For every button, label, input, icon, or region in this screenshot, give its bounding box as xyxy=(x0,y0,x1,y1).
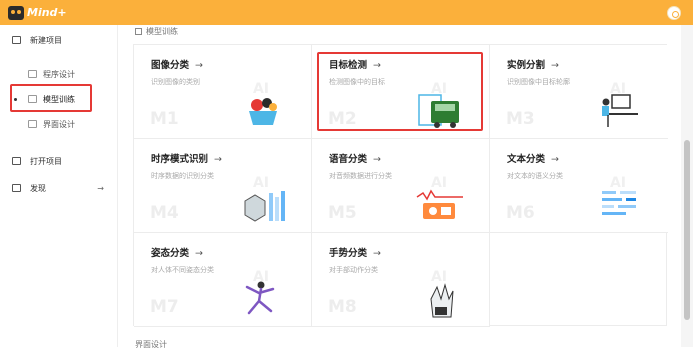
sidebar-item-label: 模型训练 xyxy=(43,94,75,104)
sidebar-item-label: 打开项目 xyxy=(30,156,62,166)
ui-design-icon xyxy=(28,120,37,128)
sidebar: 新建项目 程序设计 模型训练 界面设计 打开项目 发现 → xyxy=(0,25,118,347)
card-gesture-classification[interactable]: 手势分类 → 对手部动作分类 AI M8 xyxy=(312,233,490,327)
main-content: 模型训练 图像分类 → 识别图像的类别 AI M1 目标检测 → 检测图像中的目标 … xyxy=(119,25,679,350)
next-section-title: 界面设计 xyxy=(135,339,167,350)
logo-text: Mind+ xyxy=(27,6,67,19)
card-title: 文本分类 → xyxy=(507,154,559,165)
card-desc: 对文本的语义分类 xyxy=(507,172,563,180)
card-code: M5 xyxy=(328,203,357,223)
card-text-classification[interactable]: 文本分类 → 对文本的语义分类 AI M6 xyxy=(490,139,668,233)
card-code: M6 xyxy=(506,203,535,223)
discover-icon xyxy=(12,184,21,192)
arrow-right-icon: → xyxy=(97,183,104,193)
card-desc: 对人体不同姿态分类 xyxy=(151,266,214,274)
pose-figure-illustration xyxy=(245,281,275,315)
card-audio-classification[interactable]: 语音分类 → 对音频数据进行分类 AI M5 xyxy=(312,139,490,233)
new-project-icon xyxy=(12,36,21,44)
card-code: M8 xyxy=(328,297,357,317)
hand-gesture-illustration xyxy=(430,283,454,318)
card-desc: 对手部动作分类 xyxy=(329,266,378,274)
card-code: M3 xyxy=(506,109,535,129)
active-dot xyxy=(14,98,17,101)
card-desc: 对音频数据进行分类 xyxy=(329,172,392,180)
sidebar-item-new-project[interactable]: 新建项目 xyxy=(0,30,118,50)
card-pose-classification[interactable]: 姿态分类 → 对人体不同姿态分类 AI M7 xyxy=(134,233,312,327)
cube-data-illustration xyxy=(244,191,285,222)
app-logo[interactable]: Mind+ xyxy=(8,4,67,21)
audio-device-illustration xyxy=(416,189,463,219)
sidebar-item-label: 发现 xyxy=(30,183,46,193)
selected-card-highlight xyxy=(317,52,483,131)
card-instance-segmentation[interactable]: 实例分割 → 识别图像中目标轮廓 AI M3 xyxy=(490,45,668,139)
card-timeseries-recognition[interactable]: 时序模式识别 → 时序数据的识别分类 AI M4 xyxy=(134,139,312,233)
card-code: M1 xyxy=(150,109,179,129)
sidebar-item-label: 程序设计 xyxy=(43,69,75,79)
card-desc: 识别图像中目标轮廓 xyxy=(507,78,570,86)
folder-icon xyxy=(12,157,21,165)
card-title: 语音分类 → xyxy=(329,154,381,165)
card-image-classification[interactable]: 图像分类 → 识别图像的类别 AI M1 xyxy=(134,45,312,139)
sidebar-item-label: 界面设计 xyxy=(43,119,75,129)
section-title-text: 模型训练 xyxy=(146,27,178,36)
text-blocks-illustration xyxy=(602,191,636,215)
card-desc: 识别图像的类别 xyxy=(151,78,200,86)
section-title: 模型训练 xyxy=(135,26,178,37)
sidebar-item-discover[interactable]: 发现 → xyxy=(0,178,118,198)
sidebar-item-model-training[interactable]: 模型训练 xyxy=(0,89,118,109)
cube-icon xyxy=(135,28,142,35)
card-title: 实例分割 → xyxy=(507,60,559,71)
card-title: 手势分类 → xyxy=(329,248,381,259)
person-at-desk-illustration xyxy=(602,94,638,127)
card-code: M4 xyxy=(150,203,179,223)
card-title: 图像分类 → xyxy=(151,60,203,71)
scrollbar[interactable] xyxy=(681,25,693,347)
scrollbar-thumb[interactable] xyxy=(684,140,690,320)
program-design-icon xyxy=(28,70,37,78)
card-title: 时序模式识别 → xyxy=(151,154,222,165)
top-bar: Mind+ xyxy=(0,0,693,25)
logo-icon xyxy=(8,5,24,20)
user-icon[interactable] xyxy=(667,6,681,20)
sidebar-item-ui-design[interactable]: 界面设计 xyxy=(0,114,118,134)
basket-illustration xyxy=(249,98,277,125)
sidebar-item-label: 新建项目 xyxy=(30,35,62,45)
card-code: M7 xyxy=(150,297,179,317)
card-title: 姿态分类 → xyxy=(151,248,203,259)
card-desc: 时序数据的识别分类 xyxy=(151,172,214,180)
cube-icon xyxy=(28,95,37,103)
next-section-text: 界面设计 xyxy=(135,340,167,349)
sidebar-item-program-design[interactable]: 程序设计 xyxy=(0,64,118,84)
sidebar-item-open-project[interactable]: 打开项目 xyxy=(0,151,118,171)
